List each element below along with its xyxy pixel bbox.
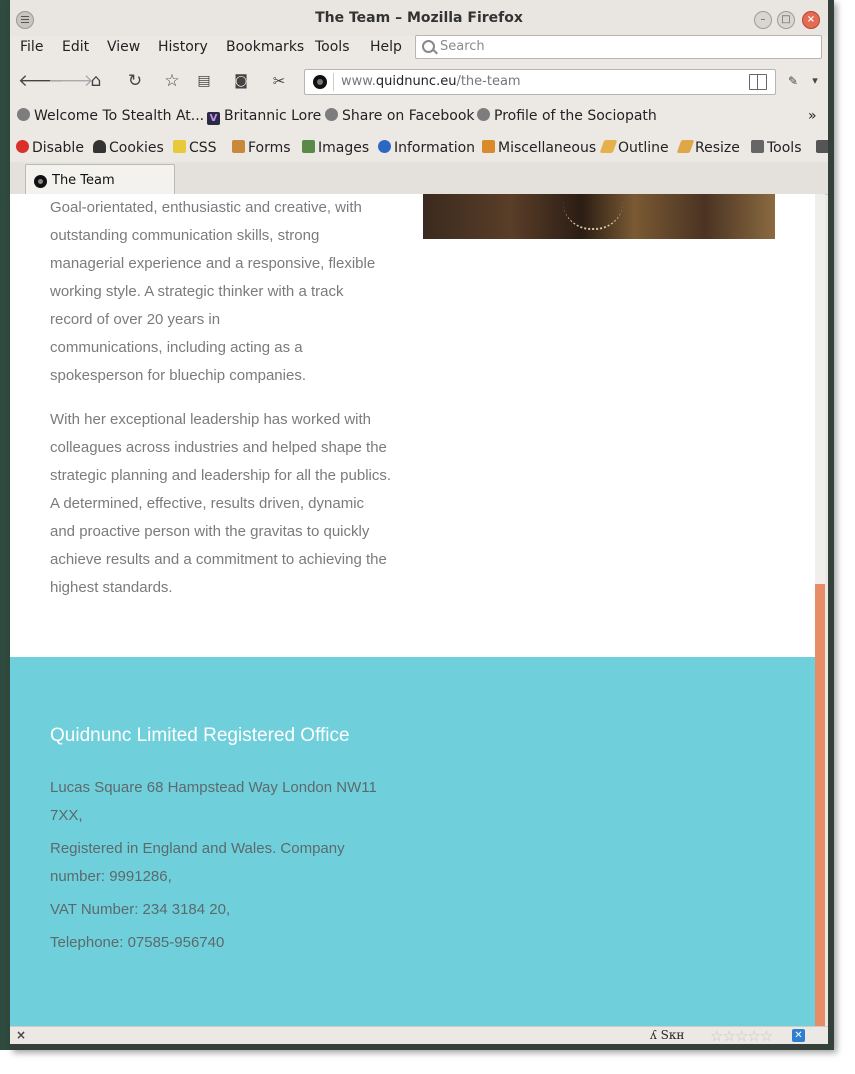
search-icon [422,40,435,53]
cookies-icon [93,140,106,153]
site-footer: Quidnunc Limited Registered Office Lucas… [10,657,815,1026]
bio-paragraph-1: Goal-orientated, enthusiastic and creati… [50,199,376,384]
chevron-down-icon[interactable]: ▾ [804,70,826,92]
forms-icon [232,140,245,153]
bookmark-item[interactable]: Share on Facebook [325,108,475,124]
footer-vat: VAT Number: 234 3184 20, [50,901,231,918]
britannic-favicon-icon: V [207,112,220,125]
rating-stars[interactable]: ☆☆☆☆☆ [710,1027,773,1044]
dev-tools[interactable]: Tools [751,140,802,156]
tools-icon [751,140,764,153]
globe-icon [17,108,30,121]
close-icon[interactable]: × [802,11,820,29]
menu-view[interactable]: View [107,39,140,55]
resize-icon [676,140,695,153]
bookmark-item[interactable]: Welcome To Stealth At... [17,108,204,124]
css-icon [173,140,186,153]
bookmark-item[interactable]: V Britannic Lore [207,108,321,125]
tab-strip: The Team [10,162,828,195]
menu-tools[interactable]: Tools [315,39,350,55]
dev-outline[interactable]: Outline [599,140,669,156]
close-findbar-button[interactable]: × [16,1028,26,1042]
dev-miscellaneous[interactable]: Miscellaneous [482,140,596,156]
tab-favicon-icon [34,175,47,188]
footer-title: Quidnunc Limited Registered Office [50,725,350,746]
miscellaneous-icon [482,140,495,153]
dev-css[interactable]: CSS [173,140,217,156]
search-placeholder: Search [440,39,485,54]
bookmark-star-icon[interactable]: ☆ [161,70,183,92]
tab-label: The Team [52,173,115,188]
globe-icon [477,108,490,121]
minimize-icon[interactable]: – [754,11,772,29]
forward-arrow-icon[interactable]: 🡒 [48,70,94,92]
footer-registration: Registered in England and Wales. Company… [50,840,345,885]
search-input[interactable]: Search [415,35,822,59]
bio-paragraph-2: With her exceptional leadership has work… [50,411,392,596]
addon-icon[interactable]: ✕ [792,1029,805,1042]
url-text[interactable]: www.quidnunc.eu/the-team [341,74,521,89]
menu-help[interactable]: Help [370,39,402,55]
scrollbar-thumb[interactable] [815,584,825,1026]
reading-list-icon[interactable]: ▤ [193,70,215,92]
dev-disable[interactable]: Disable [16,140,84,156]
images-icon [302,140,315,153]
disable-icon [16,140,29,153]
footer-address: Lucas Square 68 Hampstead Way London NW1… [50,779,377,824]
status-bar: × ʎ Sкн ☆☆☆☆☆ ✕ [10,1026,828,1044]
title-bar: The Team – Mozilla Firefox – □ × [10,0,828,36]
more-icon [816,140,828,153]
information-icon [378,140,391,153]
web-developer-toolbar: Disable Cookies CSS Forms Images Informa… [10,136,828,162]
menu-history[interactable]: History [158,39,208,55]
dev-information[interactable]: Information [378,140,475,156]
team-member-photo [423,194,775,239]
language-indicator[interactable]: ʎ Sкн [650,1028,684,1042]
dev-cookies[interactable]: Cookies [93,140,164,156]
bookmarks-overflow-button[interactable]: » [808,108,817,124]
bookmarks-toolbar: Welcome To Stealth At... V Britannic Lore… [10,104,828,130]
footer-telephone: Telephone: 07585-956740 [50,934,225,951]
bookmark-item[interactable]: Profile of the Sociopath [477,108,657,124]
reload-icon[interactable]: ↻ [124,70,146,92]
outline-icon [599,140,618,153]
menu-edit[interactable]: Edit [62,39,89,55]
window-title: The Team – Mozilla Firefox [315,10,523,26]
page-content: Goal-orientated, enthusiastic and creati… [10,194,815,1026]
dev-images[interactable]: Images [302,140,369,156]
globe-icon [325,108,338,121]
dev-more[interactable] [816,140,828,156]
back-arrow-icon[interactable]: 🡐 [18,70,64,92]
tab-the-team[interactable]: The Team [25,164,175,195]
menu-bookmarks[interactable]: Bookmarks [226,39,304,55]
cut-icon[interactable]: ✂ [268,70,290,92]
extension-icon[interactable]: ✎ [782,70,804,92]
browser-window: The Team – Mozilla Firefox – □ × File Ed… [10,0,834,1050]
site-favicon-icon [313,75,327,89]
menu-file[interactable]: File [20,39,43,55]
home-icon[interactable]: ⌂ [85,70,107,92]
maximize-icon[interactable]: □ [777,11,795,29]
pocket-icon[interactable]: ◙ [230,70,252,92]
reader-view-icon[interactable] [749,74,767,90]
url-bar[interactable]: www.quidnunc.eu/the-team [304,69,776,95]
dev-resize[interactable]: Resize [676,140,740,156]
dev-forms[interactable]: Forms [232,140,291,156]
page-scrollbar[interactable] [815,194,825,1026]
